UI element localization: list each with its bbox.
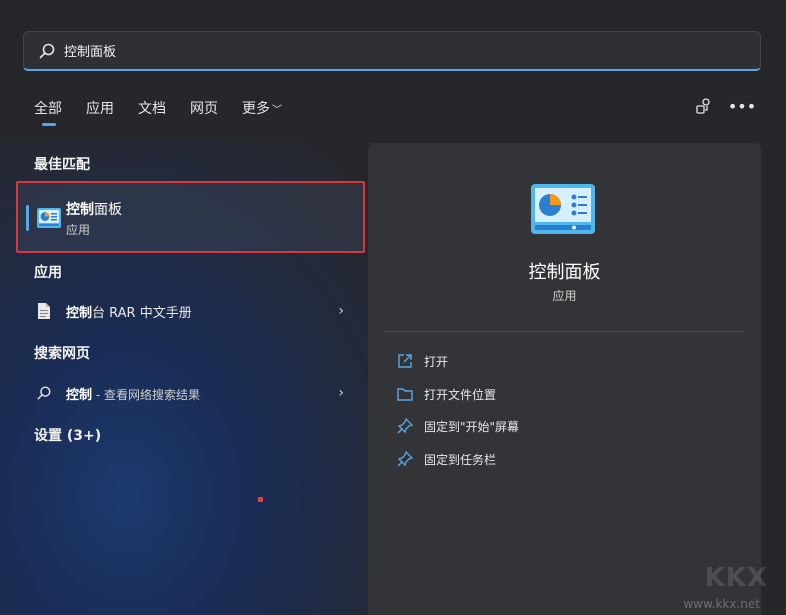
ellipsis-icon: ••• xyxy=(727,96,757,116)
folder-icon xyxy=(396,385,414,403)
more-options-button[interactable]: ••• xyxy=(728,96,756,116)
action-pin-to-taskbar-label: 固定到任务栏 xyxy=(424,452,497,467)
web-search-label-bold: 控制 xyxy=(66,387,93,403)
selection-indicator xyxy=(26,205,29,231)
best-match-name-bold: 控制 xyxy=(66,202,94,218)
tab-apps[interactable]: 应用 xyxy=(86,98,114,118)
tab-all[interactable]: 全部 xyxy=(34,98,62,126)
app-result-label-rest: 台 RAR 中文手册 xyxy=(92,305,192,321)
best-match-name: 控制面板 xyxy=(66,199,122,219)
section-best-match: 最佳匹配 xyxy=(34,157,90,173)
best-match-type: 应用 xyxy=(66,223,91,237)
action-open[interactable]: 打开 xyxy=(396,350,448,372)
search-input[interactable]: 控制面板 xyxy=(23,31,761,71)
document-icon xyxy=(34,301,54,321)
red-marker xyxy=(258,497,263,502)
action-open-file-location-label: 打开文件位置 xyxy=(424,387,497,402)
preview-divider xyxy=(384,331,744,332)
account-switch-icon xyxy=(696,98,710,114)
chevron-right-icon[interactable]: › xyxy=(338,385,344,401)
tab-more[interactable]: 更多 ﹀ xyxy=(242,98,282,118)
watermark-url: www.kkx.net xyxy=(683,597,760,611)
chevron-right-icon[interactable]: › xyxy=(338,303,344,319)
action-pin-to-start-label: 固定到"开始"屏幕 xyxy=(424,419,520,434)
watermark-logo: KKX xyxy=(704,563,768,593)
app-result-label: 控制台 RAR 中文手册 xyxy=(66,302,192,321)
best-match-name-rest: 面板 xyxy=(94,202,122,218)
action-pin-to-taskbar[interactable]: 固定到任务栏 xyxy=(396,448,496,470)
action-open-file-location[interactable]: 打开文件位置 xyxy=(396,383,496,405)
filter-tabs: 全部 应用 文档 网页 更多 ﹀ xyxy=(34,96,306,126)
action-open-label: 打开 xyxy=(424,354,449,369)
web-search-result[interactable]: 控制 - 查看网络搜索结果 › xyxy=(34,380,344,406)
section-web-search: 搜索网页 xyxy=(34,346,90,362)
chevron-down-icon: ﹀ xyxy=(272,105,282,116)
account-switch-button[interactable] xyxy=(694,96,714,116)
preview-panel: 控制面板 应用 打开 打开文件位置 固定到"开始"屏幕 固定到任务栏 xyxy=(368,143,761,615)
control-panel-icon xyxy=(531,184,595,234)
preview-subtitle: 应用 xyxy=(552,289,577,303)
search-icon xyxy=(34,383,54,403)
preview-title: 控制面板 xyxy=(528,262,601,283)
web-search-label: 控制 - 查看网络搜索结果 xyxy=(66,384,200,403)
app-result-label-bold: 控制 xyxy=(66,305,93,321)
search-icon xyxy=(39,43,55,58)
best-match-result[interactable]: 控制面板 应用 xyxy=(16,181,365,253)
action-pin-to-start[interactable]: 固定到"开始"屏幕 xyxy=(396,415,519,437)
section-settings[interactable]: 设置 (3+) xyxy=(34,425,101,445)
tab-web[interactable]: 网页 xyxy=(190,98,218,118)
pin-icon xyxy=(396,450,414,468)
open-icon xyxy=(396,352,414,370)
control-panel-icon xyxy=(37,208,61,228)
pin-icon xyxy=(396,417,414,435)
app-result-rar-manual[interactable]: 控制台 RAR 中文手册 › xyxy=(34,298,344,324)
section-apps: 应用 xyxy=(34,265,62,281)
tab-documents[interactable]: 文档 xyxy=(138,98,166,118)
web-search-label-rest: - 查看网络搜索结果 xyxy=(92,387,200,402)
tab-more-label: 更多 xyxy=(242,101,270,117)
top-right-actions: ••• xyxy=(676,96,756,116)
search-value: 控制面板 xyxy=(64,45,117,60)
